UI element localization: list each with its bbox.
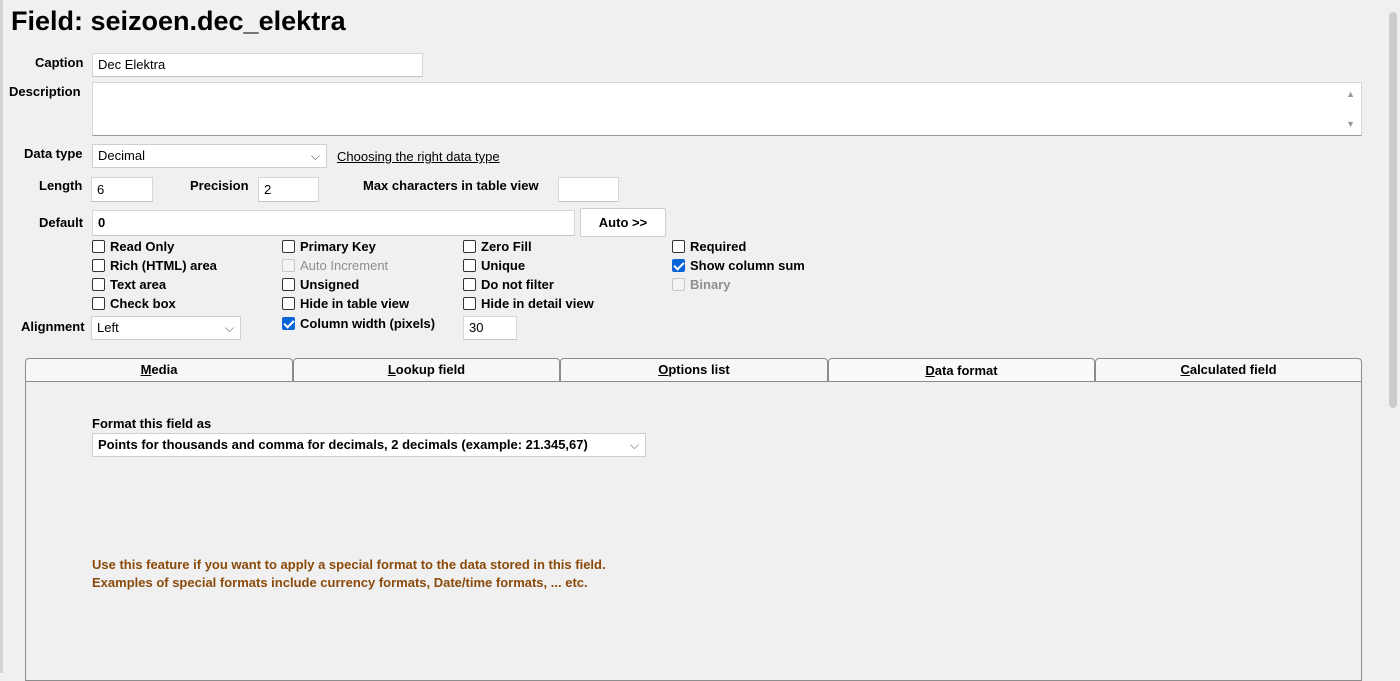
hide-table-view-label: Hide in table view bbox=[300, 296, 410, 311]
read-only-label: Read Only bbox=[110, 239, 175, 254]
data-format-panel: Format this field as Points for thousand… bbox=[25, 381, 1362, 681]
rich-html-checkbox[interactable]: Rich (HTML) area bbox=[92, 257, 217, 274]
rich-html-label: Rich (HTML) area bbox=[110, 258, 217, 273]
caption-input[interactable]: Dec Elektra bbox=[92, 53, 423, 77]
length-input[interactable]: 6 bbox=[91, 177, 153, 202]
text-area-check[interactable] bbox=[92, 278, 105, 291]
data-type-select[interactable]: Decimal ⌵ bbox=[92, 144, 327, 168]
check-box-check[interactable] bbox=[92, 297, 105, 310]
scrollbar-thumb[interactable] bbox=[1389, 12, 1397, 408]
auto-increment-checkbox: Auto Increment bbox=[282, 257, 388, 274]
alignment-select[interactable]: Left ⌵ bbox=[91, 316, 241, 340]
column-width-input[interactable]: 30 bbox=[463, 316, 517, 340]
binary-checkbox: Binary bbox=[672, 276, 730, 293]
description-textarea[interactable]: ▲ ▼ bbox=[92, 82, 1362, 136]
auto-increment-label: Auto Increment bbox=[300, 258, 389, 273]
alignment-value: Left bbox=[97, 320, 119, 335]
unique-label: Unique bbox=[481, 258, 526, 273]
max-characters-input[interactable] bbox=[558, 177, 619, 202]
unsigned-label: Unsigned bbox=[300, 277, 360, 292]
data-type-label: Data type bbox=[24, 146, 83, 161]
required-label: Required bbox=[690, 239, 747, 254]
rich-html-check[interactable] bbox=[92, 259, 105, 272]
column-width-checkbox[interactable]: Column width (pixels) bbox=[282, 315, 435, 332]
column-width-check[interactable] bbox=[282, 317, 295, 330]
format-hint-line-2: Examples of special formats include curr… bbox=[92, 575, 588, 590]
chevron-down-icon: ⌵ bbox=[629, 438, 639, 452]
tab-options-mnemonic: O bbox=[658, 362, 669, 377]
read-only-check[interactable] bbox=[92, 240, 105, 253]
tab-media[interactable]: Media bbox=[25, 358, 293, 382]
show-column-sum-check[interactable] bbox=[672, 259, 685, 272]
textarea-scroll-down-icon[interactable]: ▼ bbox=[1346, 119, 1355, 129]
tab-lookup-field[interactable]: Lookup field bbox=[293, 358, 560, 382]
max-characters-label: Max characters in table view bbox=[363, 178, 539, 193]
description-label: Description bbox=[9, 84, 81, 99]
auto-button[interactable]: Auto >> bbox=[580, 208, 666, 237]
format-select[interactable]: Points for thousands and comma for decim… bbox=[92, 433, 646, 457]
primary-key-check[interactable] bbox=[282, 240, 295, 253]
page-scrollbar[interactable] bbox=[1386, 0, 1400, 673]
chevron-down-icon: ⌵ bbox=[310, 149, 320, 163]
chevron-down-icon: ⌵ bbox=[224, 321, 234, 335]
primary-key-checkbox[interactable]: Primary Key bbox=[282, 238, 376, 255]
precision-label: Precision bbox=[190, 178, 249, 193]
format-value: Points for thousands and comma for decim… bbox=[98, 437, 588, 452]
data-type-value: Decimal bbox=[98, 148, 145, 163]
tab-data-format[interactable]: Data format bbox=[828, 358, 1095, 382]
do-not-filter-check[interactable] bbox=[463, 278, 476, 291]
tab-options-label: ptions list bbox=[668, 362, 730, 377]
tab-calculated-label: alculated field bbox=[1189, 362, 1277, 377]
do-not-filter-checkbox[interactable]: Do not filter bbox=[463, 276, 554, 293]
data-type-help-link[interactable]: Choosing the right data type bbox=[337, 149, 500, 164]
required-checkbox[interactable]: Required bbox=[672, 238, 746, 255]
alignment-label: Alignment bbox=[21, 319, 85, 334]
default-input[interactable]: 0 bbox=[92, 210, 575, 236]
binary-check bbox=[672, 278, 685, 291]
check-box-checkbox[interactable]: Check box bbox=[92, 295, 176, 312]
tab-calculated-mnemonic: C bbox=[1180, 362, 1190, 377]
zero-fill-label: Zero Fill bbox=[481, 239, 532, 254]
do-not-filter-label: Do not filter bbox=[481, 277, 554, 292]
format-hint-line-1: Use this feature if you want to apply a … bbox=[92, 557, 606, 572]
show-column-sum-label: Show column sum bbox=[690, 258, 805, 273]
text-area-label: Text area bbox=[110, 277, 167, 292]
zero-fill-check[interactable] bbox=[463, 240, 476, 253]
tab-data-format-mnemonic: D bbox=[925, 363, 935, 378]
primary-key-label: Primary Key bbox=[300, 239, 376, 254]
zero-fill-checkbox[interactable]: Zero Fill bbox=[463, 238, 532, 255]
hide-table-view-check[interactable] bbox=[282, 297, 295, 310]
hide-detail-view-label: Hide in detail view bbox=[481, 296, 594, 311]
unique-checkbox[interactable]: Unique bbox=[463, 257, 525, 274]
tab-media-mnemonic: M bbox=[140, 362, 152, 377]
show-column-sum-checkbox[interactable]: Show column sum bbox=[672, 257, 805, 274]
page-title: Field: seizoen.dec_elektra bbox=[11, 6, 346, 36]
binary-label: Binary bbox=[690, 277, 731, 292]
hide-detail-view-check[interactable] bbox=[463, 297, 476, 310]
column-width-label: Column width (pixels) bbox=[300, 316, 436, 331]
tab-lookup-mnemonic: L bbox=[387, 362, 396, 377]
auto-increment-check bbox=[282, 259, 295, 272]
hide-table-view-checkbox[interactable]: Hide in table view bbox=[282, 295, 409, 312]
unsigned-checkbox[interactable]: Unsigned bbox=[282, 276, 359, 293]
tab-calculated-field[interactable]: Calculated field bbox=[1095, 358, 1362, 382]
precision-input[interactable]: 2 bbox=[258, 177, 319, 202]
hide-detail-view-checkbox[interactable]: Hide in detail view bbox=[463, 295, 594, 312]
textarea-scroll-up-icon[interactable]: ▲ bbox=[1346, 89, 1355, 99]
text-area-checkbox[interactable]: Text area bbox=[92, 276, 166, 293]
length-label: Length bbox=[39, 178, 83, 193]
window-left-edge bbox=[0, 0, 3, 673]
tab-data-format-label: ata format bbox=[934, 363, 998, 378]
required-check[interactable] bbox=[672, 240, 685, 253]
tab-media-label: edia bbox=[151, 362, 178, 377]
tab-options-list[interactable]: Options list bbox=[560, 358, 828, 382]
unsigned-check[interactable] bbox=[282, 278, 295, 291]
read-only-checkbox[interactable]: Read Only bbox=[92, 238, 174, 255]
default-label: Default bbox=[39, 215, 84, 230]
caption-label: Caption bbox=[35, 55, 84, 70]
unique-check[interactable] bbox=[463, 259, 476, 272]
tab-lookup-label: ookup field bbox=[395, 362, 466, 377]
format-field-label: Format this field as bbox=[92, 416, 212, 431]
check-box-label: Check box bbox=[110, 296, 176, 311]
